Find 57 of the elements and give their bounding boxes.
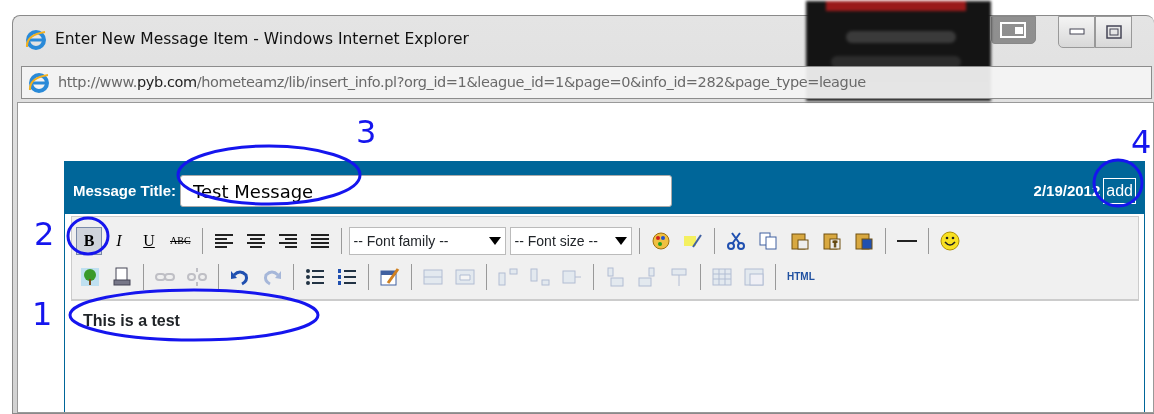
table-icon [744, 267, 764, 287]
align-center-icon [245, 231, 266, 251]
copy-icon [757, 231, 778, 251]
document-icon [112, 267, 132, 287]
clipboard-icon [853, 231, 874, 251]
maximize-button[interactable] [1095, 16, 1132, 48]
add-link[interactable]: add [1103, 178, 1136, 204]
minimize-icon [1068, 28, 1085, 36]
scissors-icon [725, 231, 746, 251]
caret-icon [614, 237, 627, 245]
strikethrough-button[interactable]: ABC [166, 227, 195, 255]
image-icon [80, 267, 100, 287]
bullet-list-icon [305, 267, 325, 287]
annotation-number: 2 [34, 218, 55, 250]
maximize-icon [1105, 25, 1122, 39]
title-label: Message Title: [73, 180, 177, 201]
justify-icon [309, 231, 330, 251]
align-left-icon [213, 231, 234, 251]
italic-button[interactable]: I [106, 227, 132, 255]
font-size-select[interactable]: -- Font size -- [509, 227, 632, 255]
browser-logo-icon [25, 29, 47, 51]
smiley-icon [939, 231, 960, 251]
table-edit-icon [380, 267, 400, 287]
address-bar[interactable]: http://www.pyb.com/hometeamz/lib/insert_info.pl?org_id=1&league_id=1&page=0&info_id=282&page_type=league [21, 66, 1152, 99]
table-cell-icon [637, 267, 657, 287]
editor-body-text[interactable]: This is a test [71, 300, 1139, 414]
annotation-number: 3 [356, 116, 377, 148]
annotation-circle [66, 216, 110, 256]
url-text: http://www.pyb.com/hometeamz/lib/insert_info.pl?org_id=1&league_id=1&page=0&info_id=282&page_type=league [58, 72, 866, 92]
window-snap-icon [1000, 22, 1026, 38]
underline-button[interactable]: U [136, 227, 162, 255]
browser-logo-icon [28, 71, 50, 94]
horizontal-rule-icon [896, 240, 917, 242]
table-column-icon [498, 267, 518, 287]
table-column-icon [562, 267, 582, 287]
caret-icon [488, 237, 501, 245]
table-icon [712, 267, 732, 287]
clipboard-icon [789, 231, 810, 251]
align-right-icon [277, 231, 298, 251]
date-text: 2/19/2012 [1033, 180, 1101, 201]
annotation-number: 1 [32, 298, 53, 330]
table-row-icon [455, 267, 475, 287]
annotation-number: 4 [1131, 126, 1152, 158]
clipboard-icon [821, 231, 842, 251]
font-family-select[interactable]: -- Font family -- [348, 227, 506, 255]
window-title: Enter New Message Item - Windows Internet Explorer [55, 29, 469, 51]
table-row-icon [423, 267, 443, 287]
unlink-icon [187, 267, 207, 287]
table-cell-icon [669, 267, 689, 287]
html-button[interactable]: HTML [783, 263, 819, 291]
palette-icon [650, 231, 671, 251]
table-column-icon [530, 267, 550, 287]
minimize-button[interactable] [1058, 16, 1095, 48]
bold-button[interactable]: B [76, 227, 102, 255]
snap-button[interactable] [990, 16, 1036, 44]
table-cell-icon [605, 267, 625, 287]
numbered-list-icon [337, 267, 357, 287]
